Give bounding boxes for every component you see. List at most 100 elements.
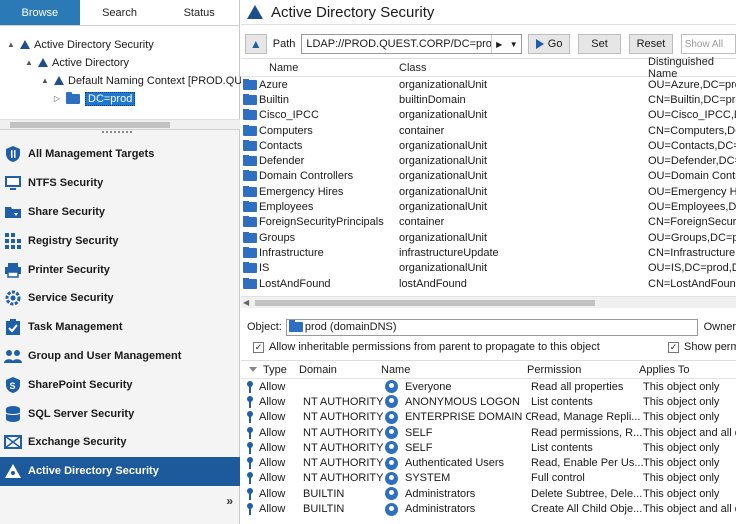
up-level-button[interactable]: ▲ (245, 34, 267, 54)
active-directory-icon (38, 58, 48, 67)
nav-item-sharepoint[interactable]: S SharePoint Security (0, 370, 240, 399)
nav-item-label: Task Management (28, 321, 123, 334)
table-row[interactable]: Cisco_IPCC organizationalUnit OU=Cisco_IPC… (241, 108, 736, 123)
tree-node-dc-prod[interactable]: ▷ DC=prod (52, 90, 136, 107)
go-button[interactable]: Go (528, 34, 570, 54)
table-row[interactable]: ForeignSecurityPrincipals container CN=For… (241, 215, 736, 230)
table-row[interactable]: Builtin builtinDomain CN=Builtin,DC=prod (241, 92, 736, 107)
object-name-cell: Emergency Hires (241, 185, 399, 198)
show-perm-toggle[interactable]: ✓ Show perm (668, 341, 736, 353)
object-rows: AzureorganizationalUnitOU=Azure,DC=prodB… (241, 77, 736, 291)
group-icon (385, 395, 398, 409)
object-name: Domain Controllers (259, 170, 354, 183)
nav-item-share[interactable]: Share Security (0, 198, 240, 227)
table-row[interactable]: Allow NT AUTHORITY Authenticated Users Read… (241, 455, 736, 470)
tree-node-naming-context[interactable]: ▲ Default Naming Context [PROD.QU (40, 72, 242, 89)
column-header-domain[interactable]: Domain (299, 364, 381, 376)
show-perm-checkbox[interactable]: ✓ (668, 341, 679, 353)
reset-button[interactable]: Reset (629, 34, 673, 54)
path-label: Path (272, 38, 296, 50)
expand-arrow-icon[interactable]: ▲ (40, 76, 50, 85)
table-row[interactable]: IS organizationalUnit OU=IS,DC=prod,DC (241, 261, 736, 276)
column-header-name[interactable]: Name (381, 364, 527, 376)
nav-item-registry[interactable]: Registry Security (0, 226, 240, 255)
table-row[interactable]: Emergency Hires organizationalUnit OU=Emer… (241, 184, 736, 199)
table-row[interactable]: Allow NT AUTHORITY SELF List contents This o… (241, 440, 736, 455)
table-row[interactable]: Allow BUILTIN Administrators Create All Chi… (241, 501, 736, 516)
table-row[interactable]: Infrastructure infrastructureUpdate CN=Inf… (241, 245, 736, 260)
folder-icon (66, 91, 80, 104)
tree-node-ad-security[interactable]: ▲ Active Directory Security (6, 36, 154, 53)
splitter-grip[interactable] (102, 131, 132, 135)
object-name-cell: Contacts (241, 139, 399, 152)
column-header-name[interactable]: Name (241, 62, 399, 74)
tree-node-active-directory[interactable]: ▲ Active Directory (24, 54, 129, 71)
key-icon (247, 457, 253, 470)
tree-horizontal-scrollbar[interactable] (0, 119, 240, 129)
tab-status[interactable]: Status (159, 0, 239, 25)
object-field[interactable]: prod (domainDNS) (285, 318, 698, 336)
nav-item-printer[interactable]: Printer Security (0, 255, 240, 284)
nav-item-exchange[interactable]: Exchange Security (0, 428, 240, 457)
table-row[interactable]: Employees organizationalUnit OU=Employees,… (241, 199, 736, 214)
expand-arrow-icon[interactable]: ▲ (24, 58, 34, 67)
table-row[interactable]: Defender organizationalUnit OU=Defender,DC… (241, 153, 736, 168)
expand-arrow-icon[interactable]: ▲ (6, 40, 16, 49)
object-name: ForeignSecurityPrincipals (259, 216, 384, 229)
nav-item-all-targets[interactable]: All Management Targets (0, 140, 240, 169)
object-list-scrollbar[interactable]: ◀ (241, 296, 736, 308)
table-row[interactable]: Allow Everyone Read all properties This obj… (241, 379, 736, 394)
expand-arrow-icon[interactable]: ▷ (52, 94, 62, 103)
permissions-list: Type Domain Name Permission Applies To A… (241, 360, 736, 524)
nav-item-group-user[interactable]: Group and User Management (0, 342, 240, 371)
key-icon (247, 441, 253, 454)
tree-node-label: Active Directory Security (34, 38, 154, 51)
table-row[interactable]: Contacts organizationalUnit OU=Contacts,DC… (241, 138, 736, 153)
nav-item-ad-security[interactable]: Active Directory Security (0, 456, 240, 486)
sort-icon[interactable] (249, 367, 257, 372)
column-header-applies-to[interactable]: Applies To (639, 364, 732, 376)
scrollbar-thumb[interactable] (10, 122, 170, 128)
permission-name-cell: ANONYMOUS LOGON (385, 395, 531, 409)
table-row[interactable]: Allow NT AUTHORITY ANONYMOUS LOGON List con… (241, 394, 736, 409)
shield-icon (2, 144, 24, 164)
nav-item-task[interactable]: Task Management (0, 313, 240, 342)
tab-browse[interactable]: Browse (0, 0, 80, 25)
tree-node-label: Default Naming Context [PROD.QU (68, 74, 243, 87)
column-header-permission[interactable]: Permission (527, 364, 639, 376)
permission-domain: NT AUTHORITY (303, 395, 384, 408)
tab-search[interactable]: Search (80, 0, 160, 25)
table-row[interactable]: Allow BUILTIN Administrators Delete Subtree… (241, 486, 736, 501)
nav-item-sql[interactable]: SQL Server Security (0, 399, 240, 428)
monitor-icon (2, 173, 24, 193)
permission-type-cell: Allow (241, 411, 303, 424)
table-row[interactable]: Allow NT AUTHORITY SYSTEM Full control This … (241, 471, 736, 486)
nav-item-service[interactable]: Service Security (0, 284, 240, 313)
path-input[interactable]: LDAP://PROD.QUEST.CORP/DC=prod,DC= ▶ ▼ (301, 34, 523, 54)
column-header-class[interactable]: Class (399, 62, 648, 74)
permission-name: Everyone (405, 380, 452, 393)
object-class: container (399, 124, 445, 137)
table-row[interactable]: Azure organizationalUnit OU=Azure,DC=prod (241, 77, 736, 92)
nav-item-ntfs[interactable]: NTFS Security (0, 169, 240, 198)
permission-value: List contents (531, 395, 593, 408)
show-all-filter[interactable]: Show All (680, 34, 736, 54)
table-row[interactable]: Allow NT AUTHORITY ENTERPRISE DOMAIN C... R… (241, 410, 736, 425)
set-button[interactable]: Set (577, 34, 622, 54)
go-arrow-icon (535, 39, 544, 49)
object-name-cell: Groups (241, 231, 399, 244)
collapse-nav-button[interactable]: » (226, 494, 233, 508)
column-header-type[interactable]: Type (263, 364, 299, 376)
column-header-dn[interactable]: Distinguished Name (648, 56, 736, 80)
inherit-checkbox[interactable]: ✓ (253, 341, 264, 353)
object-name: Builtin (259, 93, 289, 106)
scroll-left-icon[interactable]: ◀ (243, 298, 249, 307)
table-row[interactable]: LostAndFound lostAndFound CN=LostAndFound (241, 276, 736, 291)
path-dropdown[interactable]: ▶ ▼ (491, 35, 522, 53)
scrollbar-thumb[interactable] (255, 300, 595, 306)
table-row[interactable]: Computers container CN=Computers,DC= (241, 123, 736, 138)
table-row[interactable]: Groups organizationalUnit OU=Groups,DC=pro (241, 230, 736, 245)
object-name-cell: Defender (241, 155, 399, 167)
table-row[interactable]: Domain Controllers organizationalUnit OU=D… (241, 169, 736, 184)
table-row[interactable]: Allow NT AUTHORITY SELF Read permissions, R… (241, 425, 736, 440)
